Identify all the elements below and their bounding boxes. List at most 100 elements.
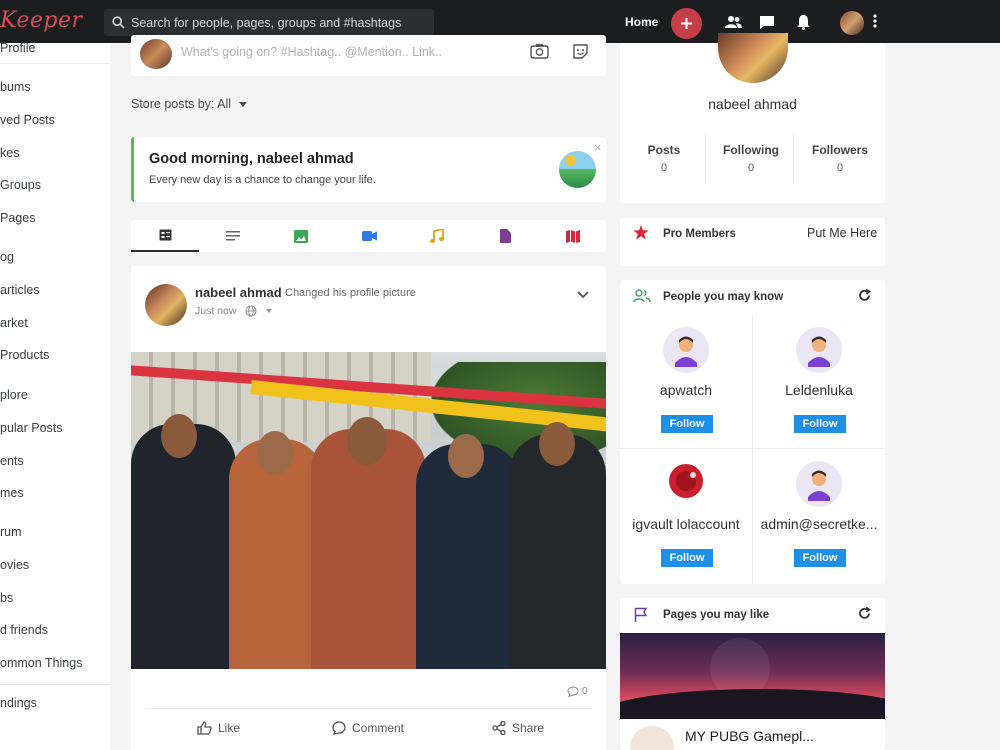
comment-button[interactable]: Comment (332, 721, 404, 735)
post-composer[interactable]: What's going on? #Hashtag.. @Mention.. L… (131, 35, 606, 76)
stat-value: 0 (836, 162, 844, 174)
user-avatar-custom[interactable] (663, 461, 709, 507)
tab-files[interactable] (471, 220, 539, 252)
follow-button[interactable]: Follow (661, 549, 713, 567)
sticker-icon[interactable] (572, 43, 589, 60)
home-link[interactable]: Home (625, 15, 658, 29)
user-avatar[interactable] (840, 11, 864, 35)
stat-posts[interactable]: Posts 0 (620, 143, 708, 174)
sidebar-item-games[interactable]: mes (0, 486, 24, 500)
comment-label: Comment (352, 721, 405, 735)
follow-button[interactable]: Follow (661, 415, 713, 433)
globe-icon[interactable] (245, 305, 257, 317)
stat-label: Followers (811, 143, 868, 157)
user-avatar-default[interactable] (796, 327, 842, 373)
create-button[interactable] (671, 8, 702, 39)
site-logo[interactable]: Keeper (0, 8, 83, 33)
sidebar-item-articles[interactable]: articles (0, 283, 40, 297)
sidebar-item-find-friends[interactable]: d friends (0, 623, 48, 637)
refresh-icon[interactable] (858, 606, 871, 625)
sidebar-item-market[interactable]: arket (0, 316, 28, 330)
like-button[interactable]: Like (197, 721, 240, 735)
comment-icon (332, 721, 346, 735)
tab-videos[interactable] (335, 220, 403, 252)
post-time-text[interactable]: Just now (195, 305, 236, 317)
search-box[interactable] (104, 9, 434, 36)
pro-members-card: Pro Members Put Me Here (620, 218, 885, 266)
sidebar-item-profile[interactable]: Profile (0, 41, 35, 55)
sidebar-item-products[interactable]: Products (0, 348, 49, 362)
camera-icon[interactable] (530, 43, 549, 59)
stat-value: 0 (747, 162, 755, 174)
image-icon (294, 229, 308, 243)
sidebar-item-jobs[interactable]: bs (0, 591, 13, 605)
friends-icon[interactable] (724, 13, 742, 31)
composer-placeholder[interactable]: What's going on? #Hashtag.. @Mention.. L… (181, 45, 442, 59)
post-author-avatar[interactable] (145, 284, 187, 326)
put-me-here-link[interactable]: Put Me Here (807, 226, 877, 240)
page-name[interactable]: MY PUBG Gamepl... (685, 728, 814, 744)
sidebar-item-blog[interactable]: og (0, 250, 14, 264)
post-comment-count[interactable]: 0 (567, 686, 588, 697)
notifications-bell-icon[interactable] (794, 13, 812, 31)
greeting-illustration (559, 151, 596, 188)
post-author-name[interactable]: nabeel ahmad (195, 285, 282, 300)
sidebar-item-forum[interactable]: rum (0, 525, 22, 539)
stat-following[interactable]: Following 0 (707, 143, 795, 174)
sidebar-item-groups[interactable]: Groups (0, 178, 41, 192)
refresh-icon[interactable] (858, 288, 871, 307)
suggested-user-name[interactable]: apwatch (620, 382, 752, 398)
sidebar-item-fundings[interactable]: ndings (0, 696, 37, 710)
profile-name[interactable]: nabeel ahmad (620, 96, 885, 112)
tab-music[interactable] (403, 220, 471, 252)
music-note-icon (430, 229, 444, 243)
sidebar-item-saved-posts[interactable]: ved Posts (0, 113, 55, 127)
suggested-user: admin@secretke... Follow (753, 448, 885, 582)
thumbs-up-icon (197, 721, 212, 735)
page-cover-image[interactable] (620, 633, 885, 719)
sidebar-item-movies[interactable]: ovies (0, 558, 29, 572)
profile-avatar[interactable] (718, 33, 788, 83)
privacy-caret-icon[interactable] (266, 309, 273, 314)
sidebar-divider (0, 63, 110, 64)
search-input[interactable] (131, 15, 421, 30)
follow-button[interactable]: Follow (794, 549, 846, 567)
post-timestamp: Just now (195, 305, 273, 317)
more-menu-icon[interactable] (872, 13, 878, 34)
share-button[interactable]: Share (492, 721, 544, 735)
suggested-user: igvault lolaccount Follow (620, 448, 752, 582)
sidebar-item-events[interactable]: ents (0, 454, 24, 468)
sidebar-item-likes[interactable]: kes (0, 146, 19, 160)
suggested-user: apwatch Follow (620, 314, 752, 448)
tab-text[interactable] (199, 220, 267, 252)
sidebar-divider (0, 684, 110, 685)
tab-all[interactable] (131, 220, 199, 252)
suggested-user-name[interactable]: Leldenluka (753, 382, 885, 398)
sidebar-item-albums[interactable]: bums (0, 80, 31, 94)
tab-photos[interactable] (267, 220, 335, 252)
sidebar-item-common-things[interactable]: ommon Things (0, 656, 82, 670)
stat-followers[interactable]: Followers 0 (796, 143, 884, 174)
suggested-user-name[interactable]: admin@secretke... (753, 516, 885, 532)
messages-icon[interactable] (758, 13, 776, 31)
user-avatar-default[interactable] (663, 327, 709, 373)
tab-maps[interactable] (539, 220, 607, 252)
text-lines-icon (226, 231, 240, 241)
store-posts-filter[interactable]: Store posts by: All (131, 97, 247, 111)
post-photo[interactable] (131, 352, 606, 669)
share-label: Share (512, 721, 545, 735)
share-icon (492, 721, 506, 735)
chevron-down-icon[interactable] (577, 286, 589, 304)
people-section-title: People you may know (663, 291, 784, 303)
stat-value: 0 (660, 162, 668, 174)
sidebar-item-pages[interactable]: Pages (0, 211, 35, 225)
sidebar-item-explore[interactable]: plore (0, 388, 28, 402)
page-avatar[interactable] (630, 726, 674, 750)
all-posts-icon (159, 229, 171, 241)
user-avatar-default[interactable] (796, 461, 842, 507)
sidebar-item-popular-posts[interactable]: pular Posts (0, 421, 63, 435)
close-icon[interactable]: × (594, 140, 602, 155)
follow-button[interactable]: Follow (794, 415, 846, 433)
caret-down-icon (238, 102, 247, 108)
suggested-user-name[interactable]: igvault lolaccount (620, 516, 752, 532)
